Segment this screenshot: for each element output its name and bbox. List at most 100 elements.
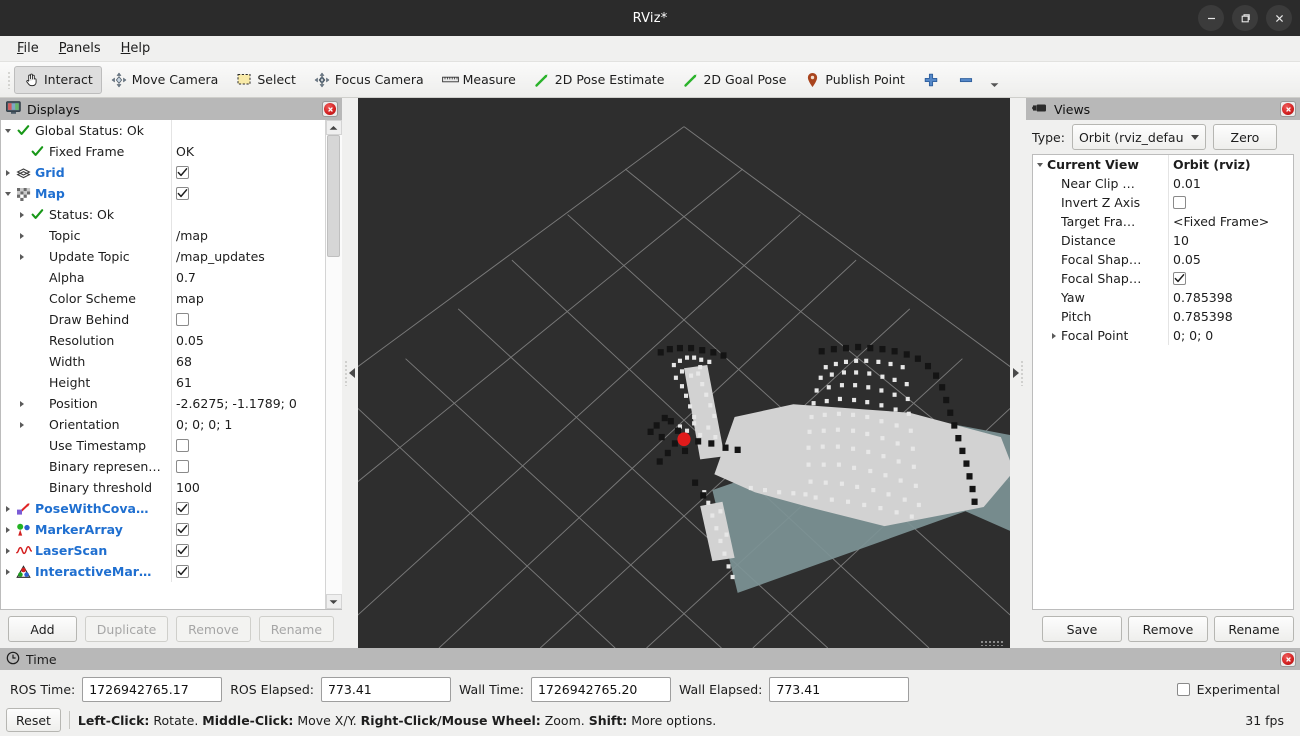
property-checkbox[interactable]	[176, 544, 189, 557]
3d-render-view[interactable]	[358, 98, 1010, 648]
minimize-icon[interactable]	[1198, 5, 1224, 31]
tree-twisty-right[interactable]	[15, 232, 29, 239]
tool-2d-goal-pose[interactable]: 2D Goal Pose	[673, 66, 795, 94]
experimental-checkbox[interactable]	[1176, 682, 1190, 696]
tool-remove-tool-button[interactable]	[949, 66, 984, 94]
display-row-value-cell[interactable]	[171, 519, 325, 540]
wall-time-input[interactable]: 1726942765.20	[530, 676, 671, 702]
display-row[interactable]: Fixed Frame OK	[1, 141, 325, 162]
triangle-right-icon[interactable]	[1013, 368, 1019, 378]
rename-view-button[interactable]: Rename	[1214, 616, 1294, 642]
view-property-value-cell[interactable]: 0.785398	[1168, 307, 1293, 326]
displays-scrollbar[interactable]	[325, 120, 342, 609]
display-row-value-cell[interactable]: map	[171, 288, 325, 309]
tree-twisty-right[interactable]	[1047, 332, 1061, 339]
view-property-row[interactable]: Focal Shap… 0.05	[1033, 250, 1293, 269]
view-property-row[interactable]: Pitch 0.785398	[1033, 307, 1293, 326]
add-display-button[interactable]: Add	[8, 616, 77, 642]
tool-measure[interactable]: Measure	[433, 66, 525, 94]
view-property-value-cell[interactable]: 10	[1168, 231, 1293, 250]
display-row[interactable]: MarkerArray	[1, 519, 325, 540]
display-row[interactable]: LaserScan	[1, 540, 325, 561]
property-checkbox[interactable]	[176, 460, 189, 473]
remove-view-button[interactable]: Remove	[1128, 616, 1208, 642]
display-row-value-cell[interactable]	[171, 183, 325, 204]
display-row[interactable]: Color Scheme map	[1, 288, 325, 309]
display-row-value-cell[interactable]: 100	[171, 477, 325, 498]
display-row[interactable]: Draw Behind	[1, 309, 325, 330]
display-row[interactable]: Alpha 0.7	[1, 267, 325, 288]
display-row[interactable]: Status: Ok	[1, 204, 325, 225]
maximize-icon[interactable]	[1232, 5, 1258, 31]
time-panel-close-button[interactable]	[1280, 651, 1296, 667]
tree-twisty-down[interactable]	[1, 191, 15, 196]
property-checkbox[interactable]	[1173, 196, 1186, 209]
tool-focus-camera[interactable]: Focus Camera	[305, 66, 433, 94]
views-panel-close-button[interactable]	[1280, 101, 1296, 117]
tree-twisty-right[interactable]	[15, 421, 29, 428]
display-row-value-cell[interactable]	[171, 498, 325, 519]
close-icon[interactable]	[1266, 5, 1292, 31]
tree-twisty-right[interactable]	[15, 211, 29, 218]
display-row[interactable]: Topic/map	[1, 225, 325, 246]
display-row[interactable]: InteractiveMar…	[1, 561, 325, 582]
property-checkbox[interactable]	[176, 166, 189, 179]
display-row-value-cell[interactable]: 0.7	[171, 267, 325, 288]
display-row-value-cell[interactable]: OK	[171, 141, 325, 162]
display-row-value-cell[interactable]: 0.05	[171, 330, 325, 351]
view-property-row[interactable]: Yaw 0.785398	[1033, 288, 1293, 307]
display-row-value-cell[interactable]: /map	[171, 225, 325, 246]
save-view-button[interactable]: Save	[1042, 616, 1122, 642]
viewport-resize-grip[interactable]	[980, 640, 1004, 646]
displays-tree[interactable]: Global Status: Ok Fixed Frame OK Grid Map Sta…	[1, 120, 325, 609]
tool-select[interactable]: Select	[227, 66, 305, 94]
display-row[interactable]: Use Timestamp	[1, 435, 325, 456]
duplicate-display-button[interactable]: Duplicate	[85, 616, 169, 642]
display-row-value-cell[interactable]: -2.6275; -1.1789; 0	[171, 393, 325, 414]
display-row-value-cell[interactable]: 68	[171, 351, 325, 372]
view-property-value-cell[interactable]	[1168, 269, 1293, 288]
tree-twisty-right[interactable]	[1, 505, 15, 512]
display-row-value-cell[interactable]	[171, 204, 325, 225]
display-row[interactable]: Resolution 0.05	[1, 330, 325, 351]
tree-twisty-right[interactable]	[1, 547, 15, 554]
scrollbar-track[interactable]	[325, 135, 342, 594]
display-row-value-cell[interactable]	[171, 120, 325, 141]
tree-twisty-down[interactable]	[1033, 162, 1047, 167]
menu-panels[interactable]: Panels	[50, 38, 110, 59]
menu-help[interactable]: Help	[112, 38, 160, 59]
right-splitter[interactable]	[1010, 98, 1026, 648]
display-row[interactable]: Height 61	[1, 372, 325, 393]
tree-twisty-right[interactable]	[15, 400, 29, 407]
triangle-left-icon[interactable]	[349, 368, 355, 378]
display-row-value-cell[interactable]	[171, 456, 325, 477]
property-checkbox[interactable]	[176, 439, 189, 452]
display-row[interactable]: Width 68	[1, 351, 325, 372]
tree-twisty-right[interactable]	[1, 169, 15, 176]
display-row[interactable]: Grid	[1, 162, 325, 183]
display-row-value-cell[interactable]	[171, 435, 325, 456]
views-property-area[interactable]: Current View Orbit (rviz) Near Clip … 0.01 I…	[1032, 154, 1294, 610]
view-property-row[interactable]: Target Fra… <Fixed Frame>	[1033, 212, 1293, 231]
display-row[interactable]: Binary represen…	[1, 456, 325, 477]
view-property-value-cell[interactable]: Orbit (rviz)	[1168, 155, 1293, 174]
wall-elapsed-input[interactable]: 773.41	[769, 676, 910, 702]
display-row[interactable]: Global Status: Ok	[1, 120, 325, 141]
ros-time-input[interactable]: 1726942765.17	[82, 676, 223, 702]
view-property-row[interactable]: Focal Point 0; 0; 0	[1033, 326, 1293, 345]
view-property-row[interactable]: Distance 10	[1033, 231, 1293, 250]
property-checkbox[interactable]	[1173, 272, 1186, 285]
display-row-value-cell[interactable]	[171, 309, 325, 330]
property-checkbox[interactable]	[176, 502, 189, 515]
view-property-value-cell[interactable]: 0; 0; 0	[1168, 326, 1293, 345]
rename-display-button[interactable]: Rename	[258, 616, 334, 642]
display-row-value-cell[interactable]	[171, 540, 325, 561]
menu-file[interactable]: File	[8, 38, 48, 59]
tree-twisty-down[interactable]	[1, 128, 15, 133]
property-checkbox[interactable]	[176, 565, 189, 578]
view-property-value-cell[interactable]: 0.785398	[1168, 288, 1293, 307]
tool-move-camera[interactable]: Move Camera	[102, 66, 228, 94]
view-property-row[interactable]: Invert Z Axis	[1033, 193, 1293, 212]
scroll-down-button[interactable]	[325, 594, 342, 609]
tool-2d-pose-estimate[interactable]: 2D Pose Estimate	[525, 66, 674, 94]
